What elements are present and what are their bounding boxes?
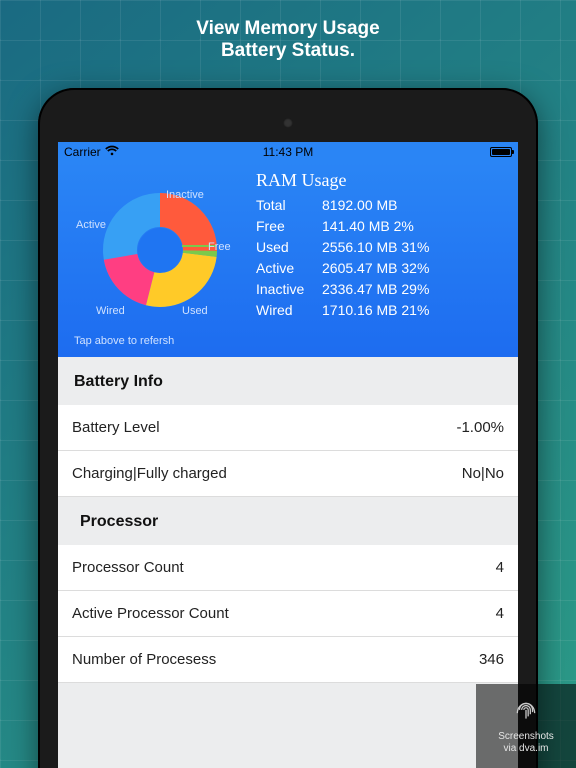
ram-label: Wired <box>256 300 322 321</box>
ram-value: 2556.10 MB 31% <box>322 237 508 258</box>
ram-donut-chart[interactable]: Active Inactive Free Used Wired Tap abov… <box>68 168 248 347</box>
ram-stats: RAM Usage Total8192.00 MB Free141.40 MB … <box>256 168 508 347</box>
chart-label-active: Active <box>76 219 106 231</box>
row-label: Charging|Fully charged <box>72 465 227 482</box>
carrier-label: Carrier <box>64 145 101 159</box>
table-row: Active Processor Count 4 <box>58 591 518 637</box>
row-value: -1.00% <box>456 419 504 436</box>
clock: 11:43 PM <box>263 145 313 159</box>
refresh-hint: Tap above to refersh <box>68 329 248 347</box>
ram-label: Inactive <box>256 279 322 300</box>
ram-value: 1710.16 MB 21% <box>322 300 508 321</box>
table-row: Processor Count 4 <box>58 545 518 591</box>
row-value: No|No <box>462 465 504 482</box>
ram-label: Used <box>256 237 322 258</box>
promo-heading: View Memory Usage Battery Status. <box>0 0 576 62</box>
promo-line-2: Battery Status. <box>0 40 576 62</box>
row-label: Battery Level <box>72 419 160 436</box>
camera-dot <box>283 118 293 128</box>
row-value: 4 <box>496 559 504 576</box>
row-label: Processor Count <box>72 559 184 576</box>
ram-value: 141.40 MB 2% <box>322 216 508 237</box>
battery-icon <box>490 147 512 157</box>
ram-label: Free <box>256 216 322 237</box>
chart-label-free: Free <box>208 241 231 253</box>
status-bar: Carrier 11:43 PM <box>58 142 518 162</box>
row-value: 346 <box>479 651 504 668</box>
device-frame: Carrier 11:43 PM <box>38 88 538 768</box>
promo-line-1: View Memory Usage <box>0 18 576 40</box>
chart-label-wired: Wired <box>96 305 125 317</box>
battery-section-header: Battery Info <box>58 357 518 405</box>
chart-label-used: Used <box>182 305 208 317</box>
ram-title: RAM Usage <box>256 170 508 191</box>
table-row: Charging|Fully charged No|No <box>58 451 518 497</box>
ram-value: 2336.47 MB 29% <box>322 279 508 300</box>
processor-section-header: Processor <box>58 497 518 545</box>
fingerprint-icon <box>513 698 539 727</box>
ram-label: Total <box>256 195 322 216</box>
screen: Carrier 11:43 PM <box>58 142 518 768</box>
table-row: Number of Procesess 346 <box>58 637 518 683</box>
table-row: Battery Level -1.00% <box>58 405 518 451</box>
watermark: Screenshots via dva.im <box>476 684 576 768</box>
row-label: Active Processor Count <box>72 605 229 622</box>
row-value: 4 <box>496 605 504 622</box>
wifi-icon <box>105 145 119 160</box>
ram-value: 2605.47 MB 32% <box>322 258 508 279</box>
ram-panel[interactable]: Active Inactive Free Used Wired Tap abov… <box>58 162 518 357</box>
watermark-line-2: via dva.im <box>498 743 554 755</box>
ram-value: 8192.00 MB <box>322 195 508 216</box>
ram-label: Active <box>256 258 322 279</box>
row-label: Number of Procesess <box>72 651 216 668</box>
chart-label-inactive: Inactive <box>166 189 204 201</box>
watermark-line-1: Screenshots <box>498 731 554 743</box>
